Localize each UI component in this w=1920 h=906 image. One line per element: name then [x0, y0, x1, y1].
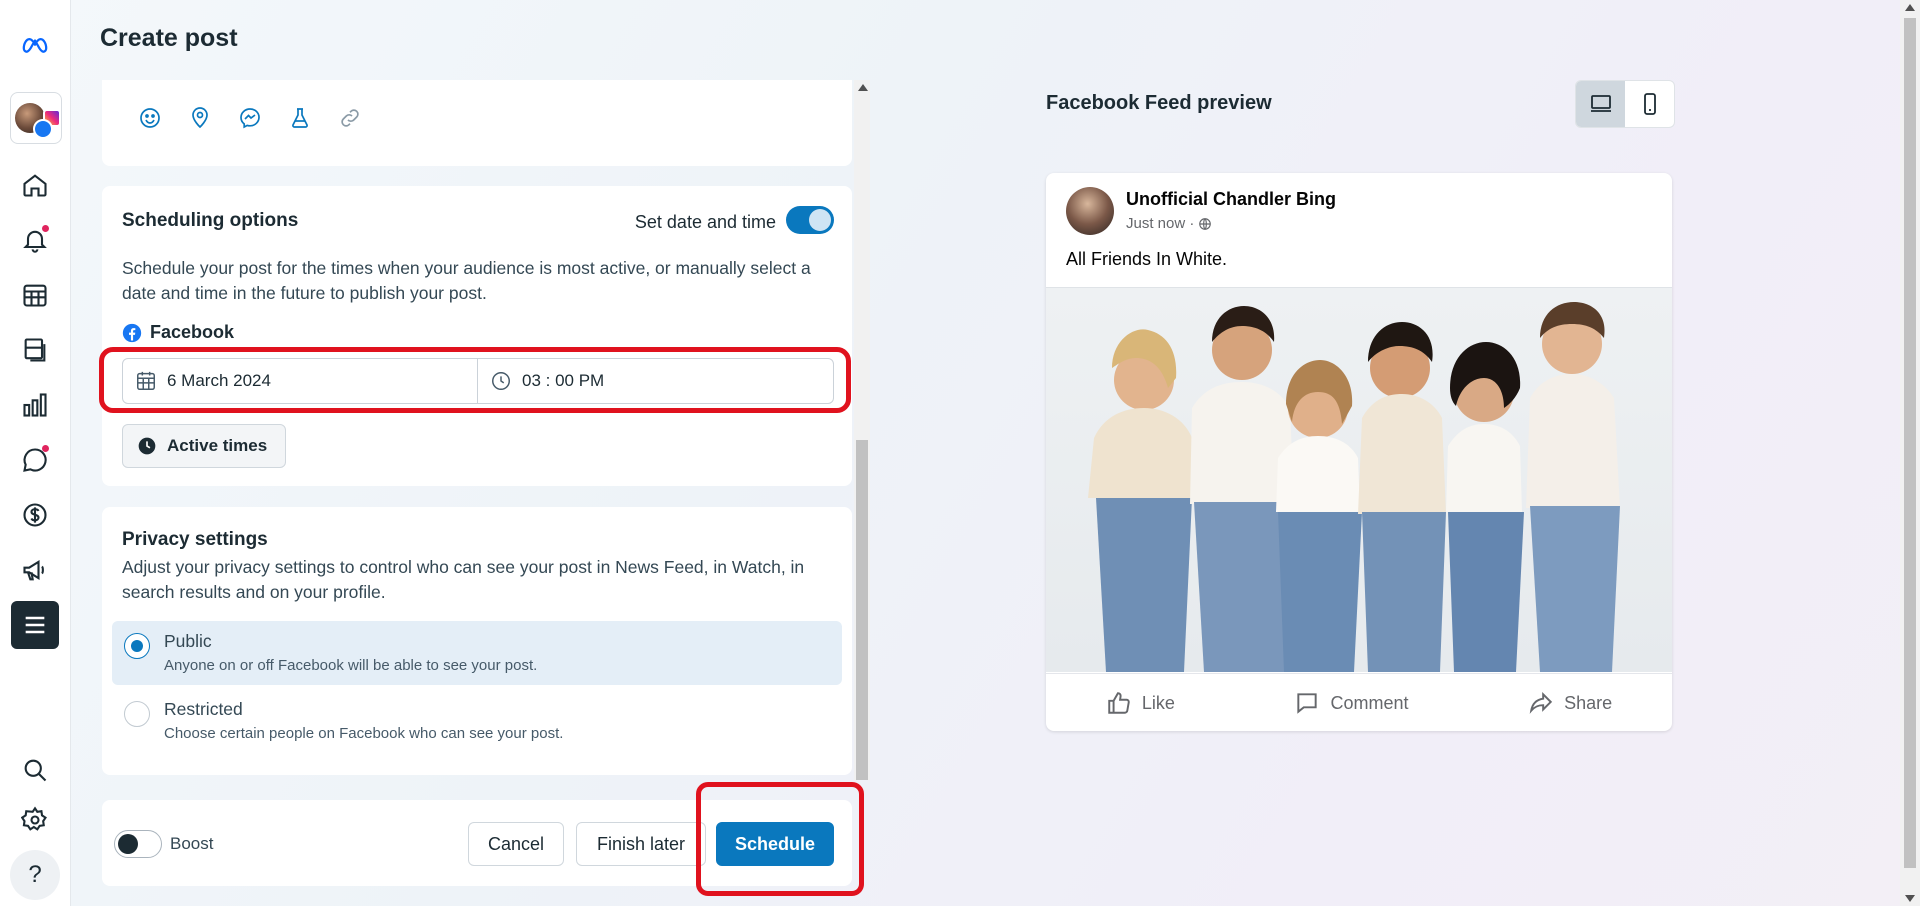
public-radio[interactable] [124, 633, 150, 659]
set-date-time-label: Set date and time [634, 212, 776, 232]
date-input[interactable]: 6 March 2024 [123, 359, 478, 403]
share-button[interactable]: Share [1528, 690, 1612, 716]
share-icon [1529, 691, 1553, 714]
comment-icon [1297, 693, 1318, 714]
comment-label: Comment [1330, 692, 1409, 713]
desktop-preview-button[interactable] [1576, 81, 1625, 127]
preview-title: Facebook Feed preview [1046, 92, 1272, 114]
like-label: Like [1141, 692, 1175, 713]
platform-name: Facebook [150, 322, 235, 342]
active-times-button[interactable]: Active times [122, 424, 287, 468]
post-meta: Just now · [1126, 215, 1212, 232]
help-icon[interactable]: ? [10, 850, 60, 900]
insights-icon[interactable] [11, 381, 59, 429]
set-date-time-toggle[interactable] [786, 206, 834, 234]
scheduling-description: Schedule your post for the times when yo… [122, 258, 811, 303]
panel-scroll-up-arrow[interactable] [858, 84, 868, 91]
post-actions-footer: Boost Cancel Finish later Schedule [102, 800, 852, 886]
settings-icon[interactable] [11, 796, 59, 844]
composer-tool-row [136, 104, 364, 132]
boost-toggle[interactable] [114, 830, 162, 858]
schedule-button[interactable]: Schedule [716, 822, 834, 866]
meta-logo-icon[interactable] [11, 20, 59, 68]
scheduling-options-title: Scheduling options [122, 210, 299, 231]
scheduling-options-panel: Scheduling options Set date and time Sch… [99, 186, 852, 486]
notifications-icon[interactable] [11, 216, 59, 264]
left-sidebar: ? [0, 0, 71, 906]
restricted-radio[interactable] [124, 701, 150, 727]
comment-button[interactable]: Comment [1294, 690, 1409, 716]
privacy-description: Adjust your privacy settings to control … [122, 557, 805, 602]
monetization-icon[interactable] [11, 491, 59, 539]
page-scrollbar-thumb[interactable] [1904, 18, 1916, 868]
active-times-label: Active times [167, 436, 268, 455]
content-calendar-icon[interactable] [11, 271, 59, 319]
privacy-option-restricted[interactable]: Restricted Choose certain people on Face… [112, 689, 842, 753]
link-icon[interactable] [336, 104, 364, 132]
like-icon [1108, 692, 1130, 714]
ads-icon[interactable] [11, 546, 59, 594]
cancel-button[interactable]: Cancel [468, 822, 564, 866]
clock-icon [492, 372, 510, 390]
page-scroll-up-arrow[interactable] [1905, 4, 1915, 11]
post-photo [1046, 287, 1672, 672]
privacy-option-subtitle: Choose certain people on Facebook who ca… [164, 725, 564, 742]
emoji-icon[interactable] [136, 104, 164, 132]
post-action-bar: Like Comment Share [1046, 673, 1672, 731]
time-input[interactable]: 03 : 00 PM [478, 359, 604, 403]
location-icon[interactable] [186, 104, 214, 132]
inbox-badge [42, 445, 49, 452]
platform-label: Facebook [122, 322, 234, 343]
facebook-icon [122, 323, 142, 342]
like-button[interactable]: Like [1106, 690, 1175, 716]
posts-icon[interactable] [11, 326, 59, 374]
calendar-icon [137, 371, 155, 390]
panel-scrollbar-thumb[interactable] [856, 440, 868, 780]
privacy-settings-panel: Privacy settings Adjust your privacy set… [102, 507, 852, 775]
time-value: 03 : 00 PM [522, 371, 605, 390]
post-time: Just now · [1126, 215, 1195, 232]
finish-later-button[interactable]: Finish later [576, 822, 706, 866]
page-scroll-down-arrow[interactable] [1905, 895, 1915, 902]
home-icon[interactable] [11, 161, 59, 209]
privacy-option-public[interactable]: Public Anyone on or off Facebook will be… [112, 621, 842, 685]
privacy-settings-title: Privacy settings [122, 529, 268, 550]
preview-device-toggle [1575, 80, 1675, 128]
globe-icon [1199, 217, 1212, 230]
feed-post-preview: Unofficial Chandler Bing Just now · All … [1046, 173, 1672, 731]
facebook-icon [33, 119, 53, 139]
share-label: Share [1564, 692, 1613, 713]
flask-icon[interactable] [286, 104, 314, 132]
mobile-icon [1643, 93, 1656, 115]
messenger-icon[interactable] [236, 104, 264, 132]
post-text: All Friends In White. [1066, 249, 1228, 269]
post-author-name: Unofficial Chandler Bing [1126, 189, 1337, 209]
date-value: 6 March 2024 [167, 371, 271, 390]
notification-badge [42, 225, 49, 232]
post-author-avatar [1066, 187, 1114, 235]
date-time-picker: 6 March 2024 03 : 00 PM [122, 358, 834, 404]
privacy-option-title: Restricted [164, 699, 243, 719]
privacy-option-title: Public [164, 631, 212, 651]
mobile-preview-button[interactable] [1625, 81, 1674, 127]
search-icon[interactable] [11, 746, 59, 794]
inbox-icon[interactable] [11, 436, 59, 484]
account-avatar[interactable] [10, 92, 62, 144]
group-photo-illustration [1088, 302, 1620, 672]
page-title: Create post [100, 24, 238, 52]
all-tools-menu-icon[interactable] [11, 601, 59, 649]
desktop-icon [1590, 95, 1611, 112]
clock-filled-icon [138, 437, 156, 455]
privacy-option-subtitle: Anyone on or off Facebook will be able t… [164, 657, 538, 674]
composer-tools-panel [102, 80, 852, 166]
boost-label: Boost [170, 834, 214, 853]
